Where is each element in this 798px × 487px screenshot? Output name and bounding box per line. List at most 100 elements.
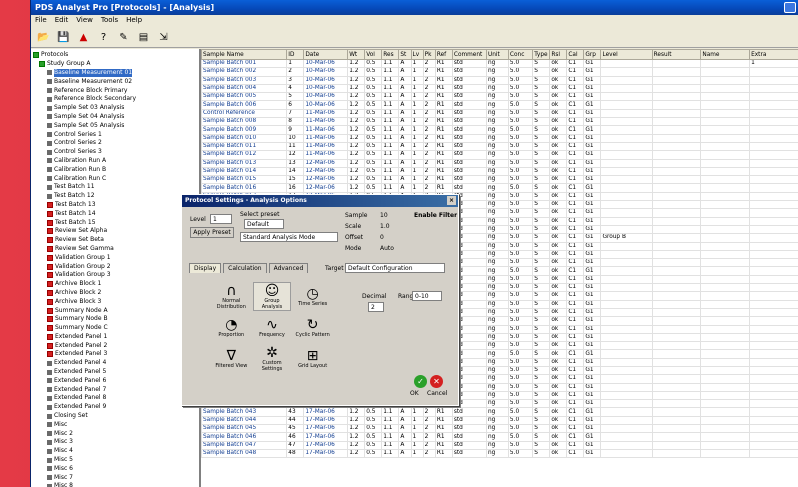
close-window-button[interactable] [784,2,796,13]
tree-item[interactable]: Extended Panel 3 [33,350,199,359]
table-row[interactable]: Sample Batch 044 44 17-Mar-06 1.2 0.5 1.1 A 1 2 R… [201,415,798,426]
target-field[interactable]: Default Configuration [345,263,445,273]
cancel-button[interactable]: ✕ [430,375,443,388]
column-header[interactable]: Lv [410,49,424,60]
column-header[interactable]: ID [286,49,305,60]
table-row[interactable]: Sample Batch 008 8 11-Mar-06 1.2 0.5 1.1 A 1 2 R1… [201,117,798,127]
tree-item[interactable]: Extended Panel 5 [33,368,199,377]
column-header[interactable]: Unit [486,49,509,60]
tree-item[interactable]: Test Batch 15 [33,218,199,227]
ok-button[interactable]: ✓ [414,375,427,388]
tree-item[interactable]: Test Batch 11 [33,183,199,192]
tree-item[interactable]: Calibration Run C [33,174,199,183]
table-row[interactable]: Sample Batch 009 9 11-Mar-06 1.2 0.5 1.1 A 1 2 R1… [201,125,798,135]
tree-item[interactable]: Control Series 2 [33,139,199,148]
table-row[interactable]: Control Reference 7 11-Mar-06 1.2 0.5 1.1 A 1 2 R… [201,108,798,119]
tree-item[interactable]: Extended Panel 8 [33,394,199,403]
tree-item[interactable]: Extended Panel 1 [33,333,199,342]
column-header[interactable]: Vol [364,49,383,60]
analysis-option[interactable]: ∇ Filtered View [212,345,251,374]
tree-item[interactable]: Misc 2 [33,429,199,438]
print-button[interactable]: ▲ [75,28,92,46]
tree-item[interactable]: Control Series 3 [33,148,199,157]
tree-item[interactable]: Extended Panel 7 [33,385,199,394]
tree-item[interactable]: Extended Panel 9 [33,403,199,412]
tab-calculation[interactable]: Calculation [223,263,267,273]
tree-item[interactable]: Misc 4 [33,447,199,456]
tree-item[interactable]: Baseline Measurement 02 [33,77,199,86]
tree-item[interactable]: Reference Block Secondary [33,95,199,104]
column-header[interactable]: Grp [583,49,602,60]
table-row[interactable]: Sample Batch 047 47 17-Mar-06 1.2 0.5 1.1 A 1 2 R… [201,440,798,450]
column-header[interactable]: Pk [422,49,436,60]
tree-item[interactable]: Validation Group 3 [33,271,199,280]
tree-item[interactable]: Baseline Measurement 01 [33,68,199,78]
tree-item[interactable]: Extended Panel 4 [33,359,199,368]
table-row[interactable]: Sample Batch 012 12 11-Mar-06 1.2 0.5 1.1 A 1 2 R… [201,150,798,160]
tree-item[interactable]: Misc [33,420,199,429]
table-row[interactable]: Sample Batch 048 48 17-Mar-06 1.2 0.5 1.1 A 1 2 R… [201,448,798,459]
column-header[interactable]: Rsl [549,49,568,60]
column-header[interactable]: Res [381,49,400,60]
table-row[interactable]: Sample Batch 013 13 12-Mar-06 1.2 0.5 1.1 A 1 2 R… [201,158,798,168]
analysis-option[interactable]: ∿ Frequency [253,313,292,342]
tree-item[interactable]: Summary Node C [33,324,199,333]
tree-item[interactable]: Validation Group 1 [33,253,199,262]
column-header[interactable]: Date [303,49,349,60]
export-button[interactable]: ⇲ [155,28,172,46]
decimal-spinner[interactable]: 2 [368,302,384,312]
analysis-option[interactable]: ∩ Normal Distribution [212,282,251,311]
tree-item[interactable]: Summary Node A [33,306,199,315]
analysis-option[interactable]: ◔ Proportion [212,313,251,342]
table-row[interactable]: Sample Batch 045 45 17-Mar-06 1.2 0.5 1.1 A 1 2 R… [201,424,798,434]
table-row[interactable]: Sample Batch 015 15 12-Mar-06 1.2 0.5 1.1 A 1 2 R… [201,175,798,185]
tree-item[interactable]: Study Group A [33,60,199,69]
enable-filter-checkbox[interactable]: Enable Filter [414,212,457,219]
tree-root[interactable]: Protocols [33,51,199,60]
apply-preset-button[interactable]: Apply Preset [190,227,234,238]
table-row[interactable]: Sample Batch 010 10 11-Mar-06 1.2 0.5 1.1 A 1 2 R… [201,133,798,143]
menu-view[interactable]: View [76,15,93,26]
tree-item[interactable]: Sample Set 03 Analysis [33,104,199,113]
tree-item[interactable]: Misc 6 [33,464,199,473]
tree-item[interactable]: Archive Block 3 [33,297,199,306]
tree-item[interactable]: Misc 3 [33,438,199,447]
analysis-option[interactable]: ◷ Time Series [293,282,332,311]
column-header[interactable]: Result [651,49,702,60]
range-field[interactable]: 0-10 [412,291,442,301]
tree-item[interactable]: Control Series 1 [33,130,199,139]
tree-item[interactable]: Misc 7 [33,473,199,482]
save-button[interactable]: 💾 [55,28,72,46]
preset-select[interactable]: Default [244,219,284,229]
column-header[interactable]: Cal [566,49,585,60]
analysis-option[interactable]: ✲ Custom Settings [253,345,292,374]
open-button[interactable]: 📂 [35,28,52,46]
tree-item[interactable]: Sample Set 05 Analysis [33,121,199,130]
column-header[interactable]: Conc [507,49,534,60]
analysis-option[interactable]: ☺ Group Analysis [252,282,292,312]
level-spinner[interactable]: 1 [210,214,232,224]
table-row[interactable]: Sample Batch 043 43 17-Mar-06 1.2 0.5 1.1 A 1 2 R… [201,407,798,417]
tree-item[interactable]: Calibration Run A [33,157,199,166]
column-header[interactable]: Sample Name [201,49,288,60]
table-row[interactable]: Sample Batch 004 4 10-Mar-06 1.2 0.5 1.1 A 1 2 R1… [201,83,798,94]
tree-item[interactable]: Archive Block 1 [33,280,199,289]
chart-button[interactable]: ▤ [135,28,152,46]
column-header[interactable]: Wt [347,49,366,60]
table-row[interactable]: Sample Batch 001 1 10-Mar-06 1.2 0.5 1.1 A 1 2 R1… [201,58,798,69]
tree-item[interactable]: Calibration Run B [33,165,199,174]
column-header[interactable]: Ref [434,49,453,60]
table-row[interactable]: Sample Batch 003 3 10-Mar-06 1.2 0.5 1.1 A 1 2 R1… [201,75,798,85]
column-header[interactable]: Extra [749,49,798,60]
column-header[interactable]: Name [700,49,751,60]
tree-item[interactable]: Closing Set [33,412,199,421]
tree-item[interactable]: Validation Group 2 [33,262,199,271]
tree-item[interactable]: Test Batch 12 [33,192,199,201]
table-row[interactable]: Sample Batch 005 5 10-Mar-06 1.2 0.5 1.1 A 1 2 R1… [201,92,798,102]
tab-advanced[interactable]: Advanced [268,263,309,273]
column-header[interactable]: Comment [451,49,488,60]
dialog-close-button[interactable]: × [447,196,456,205]
menu-file[interactable]: File [35,15,47,26]
tree-item[interactable]: Test Batch 14 [33,209,199,218]
table-row[interactable]: Sample Batch 006 6 10-Mar-06 1.2 0.5 1.1 A 1 2 R1… [201,100,798,110]
